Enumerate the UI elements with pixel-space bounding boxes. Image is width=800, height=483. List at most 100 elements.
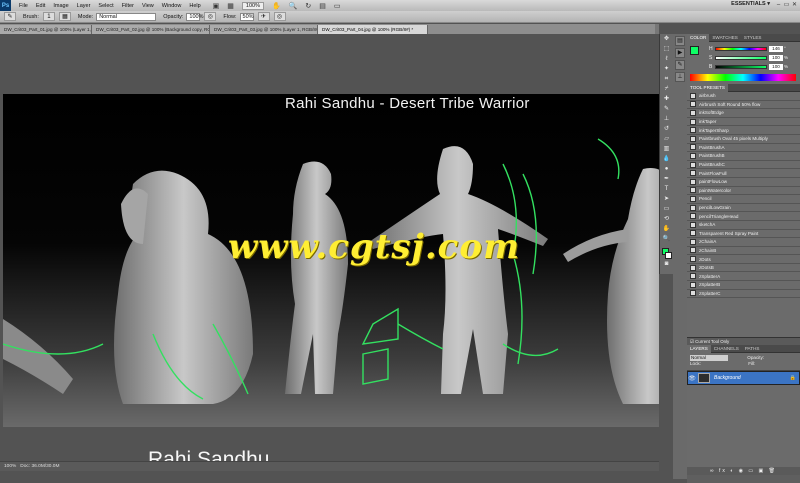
status-zoom[interactable]: 100%	[4, 464, 16, 469]
saturation-value[interactable]: 100	[769, 54, 783, 61]
hue-slider[interactable]	[715, 46, 767, 51]
eye-icon[interactable]: 👁	[688, 375, 696, 382]
tool-preset-item[interactable]: PaintBrushA	[687, 144, 800, 153]
pressure-opacity-icon[interactable]: ◎	[204, 12, 217, 21]
eyedropper-tool-icon[interactable]: ⌿	[661, 85, 673, 94]
tool-preset-item[interactable]: pencilTriangleHead	[687, 212, 800, 221]
tool-preset-item[interactable]: PaintFlowFull	[687, 169, 800, 178]
tool-preset-item[interactable]: zDots	[687, 255, 800, 264]
crop-tool-icon[interactable]: ⌗	[661, 75, 673, 84]
healing-tool-icon[interactable]: ✚	[661, 95, 673, 104]
quick-mask-icon[interactable]: ◙	[661, 260, 673, 269]
bridge-icon[interactable]: ▣	[213, 2, 220, 10]
hue-value[interactable]: 146	[769, 45, 783, 52]
hand-tool-icon[interactable]: ✋	[661, 225, 673, 234]
marquee-tool-icon[interactable]: ⬚	[661, 45, 673, 54]
mode-select[interactable]: Normal	[96, 12, 157, 21]
layer-row-background[interactable]: 👁 Background 🔒	[687, 371, 800, 385]
tool-preset-item[interactable]: zSplatterC	[687, 290, 800, 299]
menu-edit[interactable]: Edit	[32, 3, 49, 9]
brush-tool-preset-icon[interactable]: ✎	[4, 12, 16, 21]
dodge-tool-icon[interactable]: ●	[661, 165, 673, 174]
hand-tool-icon[interactable]: ✋	[272, 2, 281, 10]
tool-preset-item[interactable]: zChainA	[687, 238, 800, 247]
status-doc-size[interactable]: Doc: 36.0M/30.0M	[20, 464, 59, 469]
eraser-tool-icon[interactable]: ▱	[661, 135, 673, 144]
flow-input[interactable]: 50%	[239, 12, 254, 21]
layers-footer-buttons[interactable]: ∞ fx ◐ ◉ ▭ ▣ 🗑	[687, 467, 800, 475]
lasso-tool-icon[interactable]: ℓ	[661, 55, 673, 64]
brightness-slider[interactable]	[715, 64, 767, 69]
brush-panel-icon[interactable]: ▦	[58, 12, 71, 21]
screen-mode-icon[interactable]: ▭	[334, 2, 341, 10]
tool-preset-item[interactable]: PaintBrushB	[687, 152, 800, 161]
tool-preset-item[interactable]: Paintbrush Oval 45 pixels Multiply	[687, 135, 800, 144]
3d-rotate-tool-icon[interactable]: ⟲	[661, 215, 673, 224]
tool-preset-item[interactable]: zDotsB	[687, 264, 800, 273]
shape-tool-icon[interactable]: ▭	[661, 205, 673, 214]
workspace-switcher[interactable]: ESSENTIALS ▾	[731, 1, 770, 7]
zoom-tool-icon[interactable]: 🔍	[661, 235, 673, 244]
tool-preset-item[interactable]: Pencil	[687, 195, 800, 204]
tab-document-1[interactable]: DW_Crit03_Part_01.jpg @ 100% (Layer 1, R…	[0, 25, 92, 34]
tool-preset-item[interactable]: zSplatterB	[687, 281, 800, 290]
minimize-button[interactable]: –	[775, 1, 782, 9]
menu-layer[interactable]: Layer	[73, 3, 95, 9]
tab-document-3[interactable]: DW_Crit03_Part_03.jpg @ 100% (Layer 1, R…	[210, 25, 318, 34]
tool-preset-item[interactable]: Airbrush Soft Round 50% flow	[687, 101, 800, 110]
brush-picker[interactable]: 1	[42, 12, 55, 21]
close-button[interactable]: ✕	[791, 1, 798, 9]
menu-view[interactable]: View	[138, 3, 158, 9]
tool-preset-item[interactable]: zChainB	[687, 247, 800, 256]
pen-tool-icon[interactable]: ✒	[661, 175, 673, 184]
tab-color[interactable]: COLOR	[687, 33, 710, 42]
tab-document-4[interactable]: DW_Crit03_Part_04.jpg @ 100% (RGB/8#) *	[318, 25, 428, 34]
tab-swatches[interactable]: SWATCHES	[709, 35, 741, 40]
tab-layers[interactable]: LAYERS	[687, 344, 711, 353]
layer-name[interactable]: Background	[714, 375, 741, 381]
tab-styles[interactable]: STYLES	[741, 35, 765, 40]
color-spectrum-bar[interactable]	[690, 74, 796, 81]
background-color-swatch[interactable]	[665, 252, 672, 259]
brush-tool-icon[interactable]: ✎	[661, 105, 673, 114]
tool-preset-item[interactable]: paintWatercolor	[687, 187, 800, 196]
tool-preset-item[interactable]: inkTaper	[687, 118, 800, 127]
tool-preset-item[interactable]: sketchA	[687, 221, 800, 230]
clone-stamp-tool-icon[interactable]: ⊥	[661, 115, 673, 124]
tool-preset-item[interactable]: pencilLowGrain	[687, 204, 800, 213]
tab-document-2[interactable]: DW_Crit03_Part_02.jpg @ 100% (Background…	[92, 25, 210, 34]
menu-file[interactable]: File	[15, 3, 32, 9]
canvas-area[interactable]: Rahi Sandhu - Desert Tribe Warrior www.c…	[0, 34, 659, 483]
move-tool-icon[interactable]: ✥	[661, 35, 673, 44]
mini-bridge-icon[interactable]: ▦	[227, 2, 234, 10]
saturation-slider[interactable]	[715, 55, 767, 60]
restore-button[interactable]: ▭	[783, 1, 790, 9]
rotate-view-icon[interactable]: ↻	[305, 2, 311, 10]
actions-panel-icon[interactable]: ▶	[675, 48, 685, 58]
tool-preset-item[interactable]: airbrush	[687, 92, 800, 101]
type-tool-icon[interactable]: T	[661, 185, 673, 194]
menu-filter[interactable]: Filter	[118, 3, 138, 9]
menu-image[interactable]: Image	[49, 3, 72, 9]
brightness-value[interactable]: 100	[769, 63, 783, 70]
tool-preset-item[interactable]: zSplatterA	[687, 272, 800, 282]
tool-preset-item[interactable]: Transparent Red Spray Paint	[687, 230, 800, 239]
arrange-documents-icon[interactable]: ▤	[319, 2, 326, 10]
airbrush-icon[interactable]: ✈	[257, 12, 270, 21]
path-select-tool-icon[interactable]: ➤	[661, 195, 673, 204]
current-color-swatch[interactable]	[690, 46, 699, 55]
history-brush-tool-icon[interactable]: ↺	[661, 125, 673, 134]
clone-source-panel-icon[interactable]: ⊥	[675, 72, 685, 82]
pressure-size-icon[interactable]: ◎	[273, 12, 286, 21]
tool-preset-item[interactable]: paintFlowLow	[687, 178, 800, 187]
quick-select-tool-icon[interactable]: ✦	[661, 65, 673, 74]
menu-help[interactable]: Help	[185, 3, 204, 9]
opacity-input[interactable]: 100%	[186, 12, 203, 21]
zoom-tool-icon[interactable]: 🔍	[289, 2, 298, 10]
zoom-level-select[interactable]: 100%	[241, 1, 264, 10]
blur-tool-icon[interactable]: 💧	[661, 155, 673, 164]
tab-channels[interactable]: CHANNELS	[711, 346, 742, 351]
menu-window[interactable]: Window	[158, 3, 186, 9]
gradient-tool-icon[interactable]: ▥	[661, 145, 673, 154]
tab-tool-presets[interactable]: TOOL PRESETS	[687, 83, 728, 92]
